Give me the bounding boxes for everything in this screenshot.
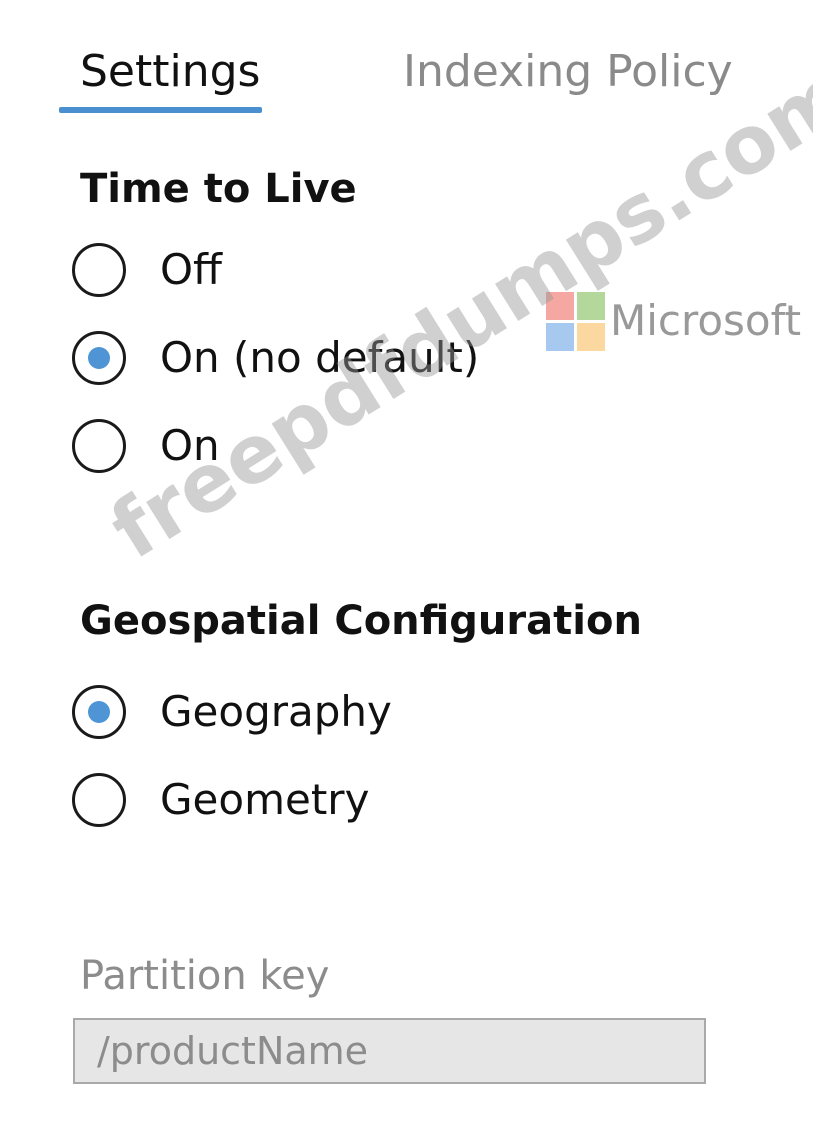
geospatial-configuration-heading: Geospatial Configuration <box>80 598 642 644</box>
ttl-option-on-no-default[interactable]: On (no default) <box>72 330 479 386</box>
radio-selected-dot <box>88 701 110 723</box>
tab-settings[interactable]: Settings <box>80 44 260 100</box>
radio-label: Geography <box>160 687 392 736</box>
radio-button[interactable] <box>72 243 126 297</box>
partition-key-field: /productName <box>73 1018 706 1084</box>
radio-button-selected[interactable] <box>72 685 126 739</box>
active-tab-indicator <box>59 107 262 113</box>
radio-button-selected[interactable] <box>72 331 126 385</box>
tab-indexing-policy[interactable]: Indexing Policy <box>403 44 733 100</box>
geo-option-geometry[interactable]: Geometry <box>72 772 369 828</box>
radio-label: On (no default) <box>160 333 480 382</box>
ttl-option-on[interactable]: On <box>72 418 220 474</box>
radio-button[interactable] <box>72 419 126 473</box>
microsoft-logo-icon <box>546 292 605 351</box>
time-to-live-heading: Time to Live <box>80 166 357 212</box>
geo-option-geography[interactable]: Geography <box>72 684 392 740</box>
partition-key-label: Partition key <box>80 953 330 999</box>
radio-label: On <box>160 421 220 470</box>
radio-button[interactable] <box>72 773 126 827</box>
ttl-option-off[interactable]: Off <box>72 242 222 298</box>
radio-label: Geometry <box>160 775 370 824</box>
radio-label: Off <box>160 245 222 294</box>
radio-selected-dot <box>88 347 110 369</box>
microsoft-logo-text: Microsoft <box>610 296 802 345</box>
settings-page: Settings Indexing Policy Time to Live Of… <box>0 0 813 1121</box>
